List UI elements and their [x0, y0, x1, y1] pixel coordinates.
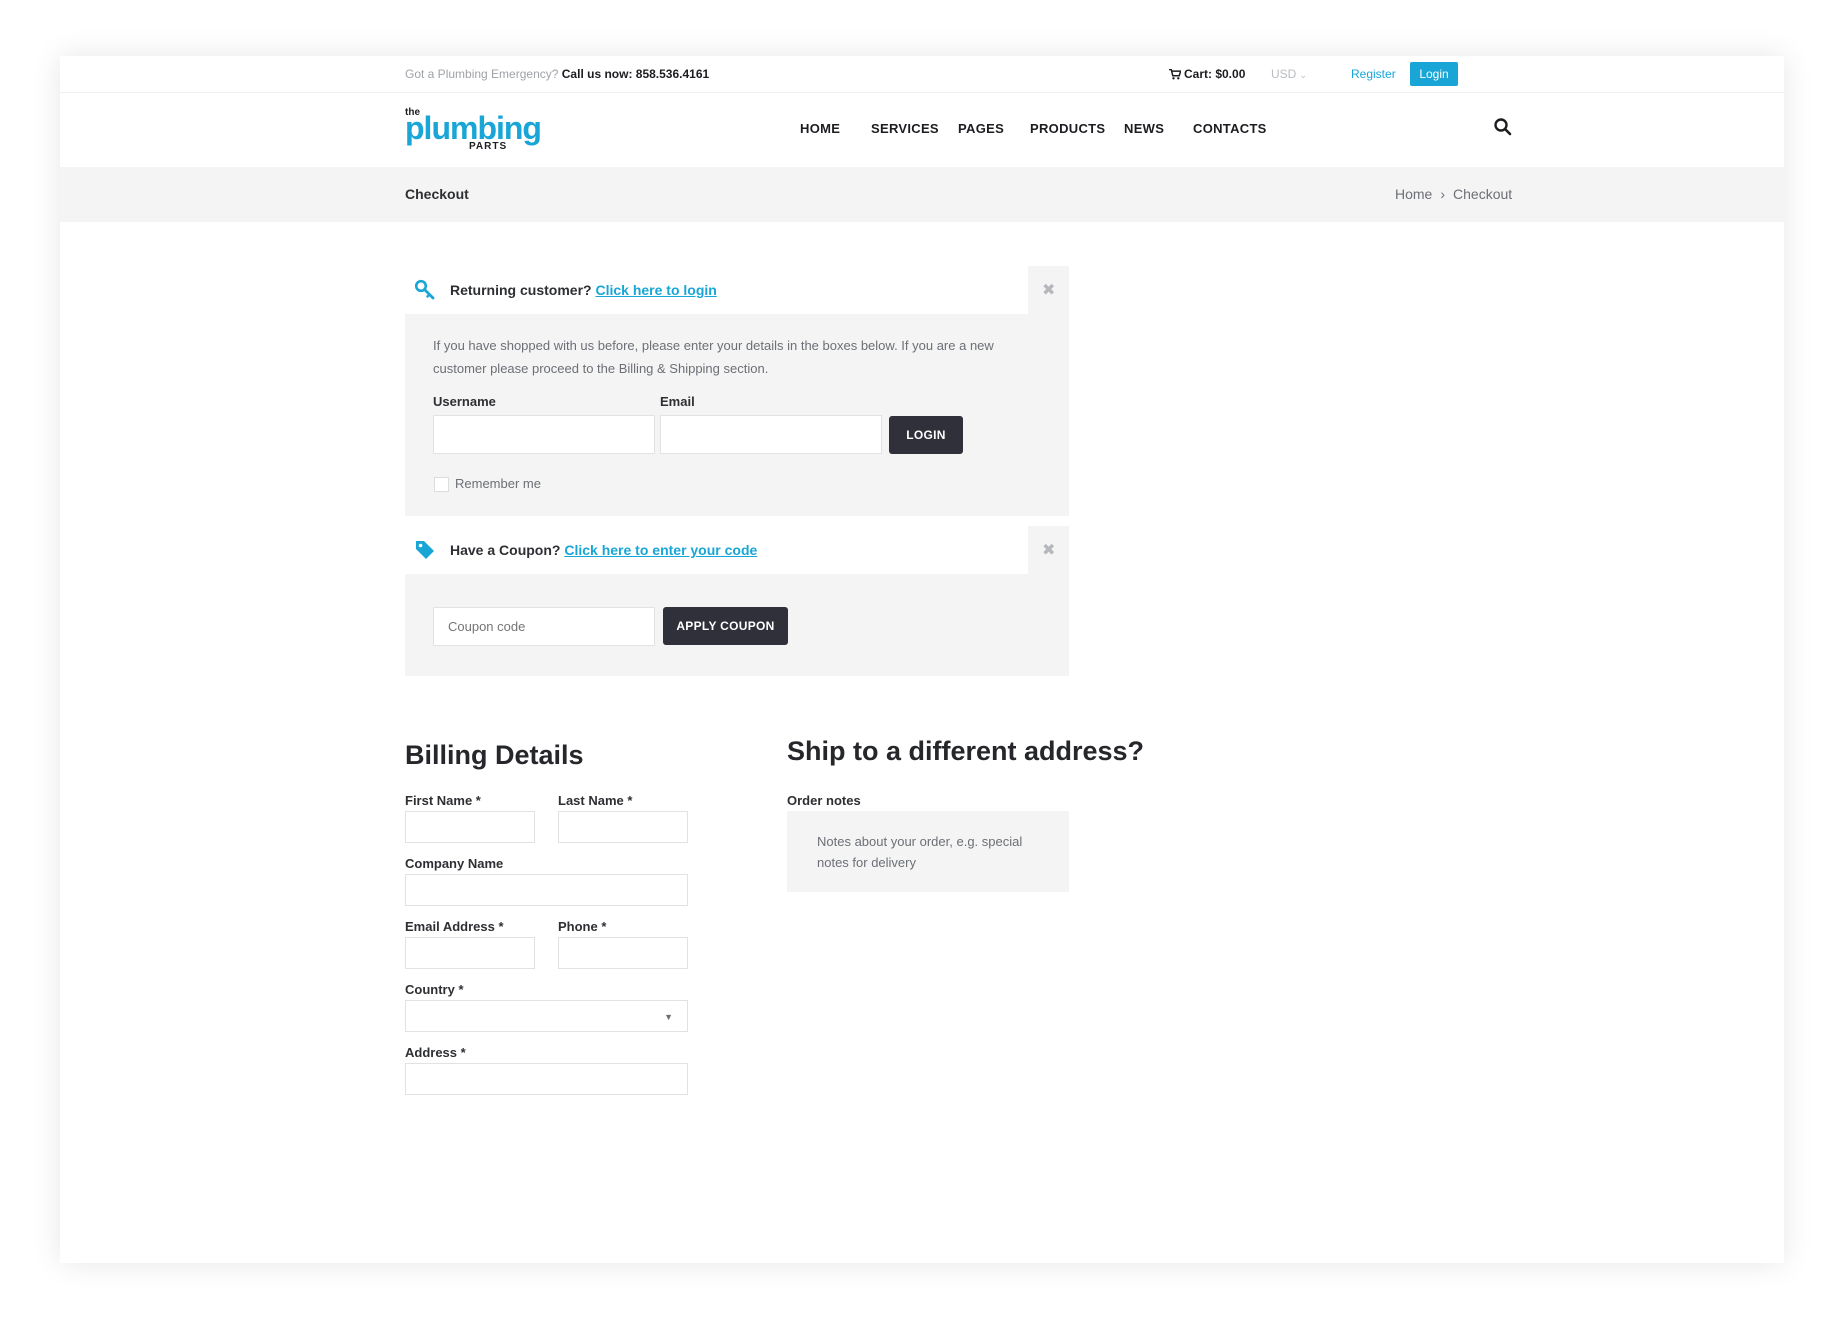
coupon-notice-text: Have a Coupon? Click here to enter your …: [450, 542, 757, 558]
breadcrumb-current: Checkout: [1453, 186, 1513, 202]
key-icon: [414, 279, 435, 300]
company-name-input[interactable]: [405, 874, 688, 906]
call-number[interactable]: Call us now: 858.536.4161: [562, 67, 709, 81]
company-name-label: Company Name: [405, 856, 504, 871]
login-button[interactable]: Login: [1410, 62, 1458, 86]
nav-news[interactable]: NEWS: [1124, 121, 1164, 136]
breadcrumb-home[interactable]: Home: [1395, 186, 1432, 202]
emergency-contact: Got a Plumbing Emergency? Call us now: 8…: [405, 67, 709, 81]
currency-value: USD: [1271, 67, 1297, 81]
coupon-notice-close[interactable]: ✖: [1028, 526, 1069, 574]
order-notes-textarea[interactable]: Notes about your order, e.g. special not…: [787, 811, 1069, 892]
order-notes-label: Order notes: [787, 793, 861, 808]
cart-link[interactable]: Cart: $0.00: [1169, 67, 1245, 81]
tag-icon: [416, 541, 434, 559]
page-title: Checkout: [405, 186, 469, 202]
email-address-label: Email Address *: [405, 919, 504, 934]
top-bar: Got a Plumbing Emergency? Call us now: 8…: [60, 56, 1784, 93]
address-input[interactable]: [405, 1063, 688, 1095]
login-notice: Returning customer? Click here to login …: [405, 266, 1069, 516]
coupon-notice-link[interactable]: Click here to enter your code: [564, 542, 757, 558]
breadcrumb: Home › Checkout: [1395, 186, 1512, 202]
login-notice-text: Returning customer? Click here to login: [450, 282, 717, 298]
chevron-down-icon: ⌄: [1299, 70, 1307, 80]
login-notice-link[interactable]: Click here to login: [595, 282, 716, 298]
site-header: the plumbing PARTS HOME SERVICES PAGES P…: [60, 93, 1784, 167]
address-label: Address *: [405, 1045, 466, 1060]
nav-services[interactable]: SERVICES: [871, 121, 939, 136]
login-submit-button[interactable]: LOGIN: [889, 416, 963, 454]
phone-input[interactable]: [558, 937, 688, 969]
nav-contacts[interactable]: CONTACTS: [1193, 121, 1267, 136]
close-icon: ✖: [1042, 542, 1056, 559]
login-notice-prompt: Returning customer?: [450, 282, 592, 298]
apply-coupon-button[interactable]: APPLY COUPON: [663, 607, 788, 645]
caret-down-icon: ▼: [664, 1012, 673, 1022]
site-logo[interactable]: the plumbing PARTS: [405, 107, 542, 153]
username-input[interactable]: [433, 415, 655, 454]
last-name-label: Last Name *: [558, 793, 633, 808]
coupon-code-input[interactable]: [433, 607, 655, 646]
last-name-input[interactable]: [558, 811, 688, 843]
country-label: Country *: [405, 982, 464, 997]
coupon-notice-prompt: Have a Coupon?: [450, 542, 561, 558]
order-notes-placeholder: Notes about your order, e.g. special not…: [817, 834, 1023, 870]
country-select[interactable]: ▼: [405, 1000, 688, 1032]
page-frame: Got a Plumbing Emergency? Call us now: 8…: [60, 56, 1784, 1263]
nav-home[interactable]: HOME: [800, 121, 840, 136]
currency-select[interactable]: USD ⌄: [1271, 67, 1307, 81]
email-label: Email: [660, 394, 695, 409]
login-notice-header: Returning customer? Click here to login: [405, 266, 1028, 314]
cart-label: Cart: $0.00: [1184, 67, 1246, 81]
phone-label: Phone *: [558, 919, 607, 934]
login-description: If you have shopped with us before, plea…: [433, 338, 994, 376]
login-form-panel: If you have shopped with us before, plea…: [405, 314, 1069, 516]
username-label: Username: [433, 394, 496, 409]
breadcrumb-separator-icon: ›: [1440, 186, 1446, 202]
billing-heading: Billing Details: [405, 740, 584, 770]
remember-me-checkbox[interactable]: [434, 477, 449, 492]
search-icon[interactable]: [1493, 117, 1513, 137]
emergency-text: Got a Plumbing Emergency?: [405, 67, 559, 81]
first-name-label: First Name *: [405, 793, 481, 808]
login-notice-close[interactable]: ✖: [1028, 266, 1069, 314]
remember-me-label: Remember me: [455, 476, 541, 491]
first-name-input[interactable]: [405, 811, 535, 843]
shipping-heading: Ship to a different address?: [787, 736, 1145, 766]
logo-parts: PARTS: [469, 141, 508, 152]
coupon-form-panel: APPLY COUPON: [405, 574, 1069, 676]
email-address-input[interactable]: [405, 937, 535, 969]
register-link[interactable]: Register: [1351, 67, 1396, 81]
cart-icon: [1169, 68, 1182, 80]
coupon-notice-header: Have a Coupon? Click here to enter your …: [405, 526, 1028, 574]
email-input[interactable]: [660, 415, 882, 454]
nav-products[interactable]: PRODUCTS: [1030, 121, 1105, 136]
coupon-notice: Have a Coupon? Click here to enter your …: [405, 526, 1069, 676]
nav-pages[interactable]: PAGES: [958, 121, 1004, 136]
close-icon: ✖: [1042, 282, 1056, 299]
page-title-bar: Checkout Home › Checkout: [60, 167, 1784, 222]
